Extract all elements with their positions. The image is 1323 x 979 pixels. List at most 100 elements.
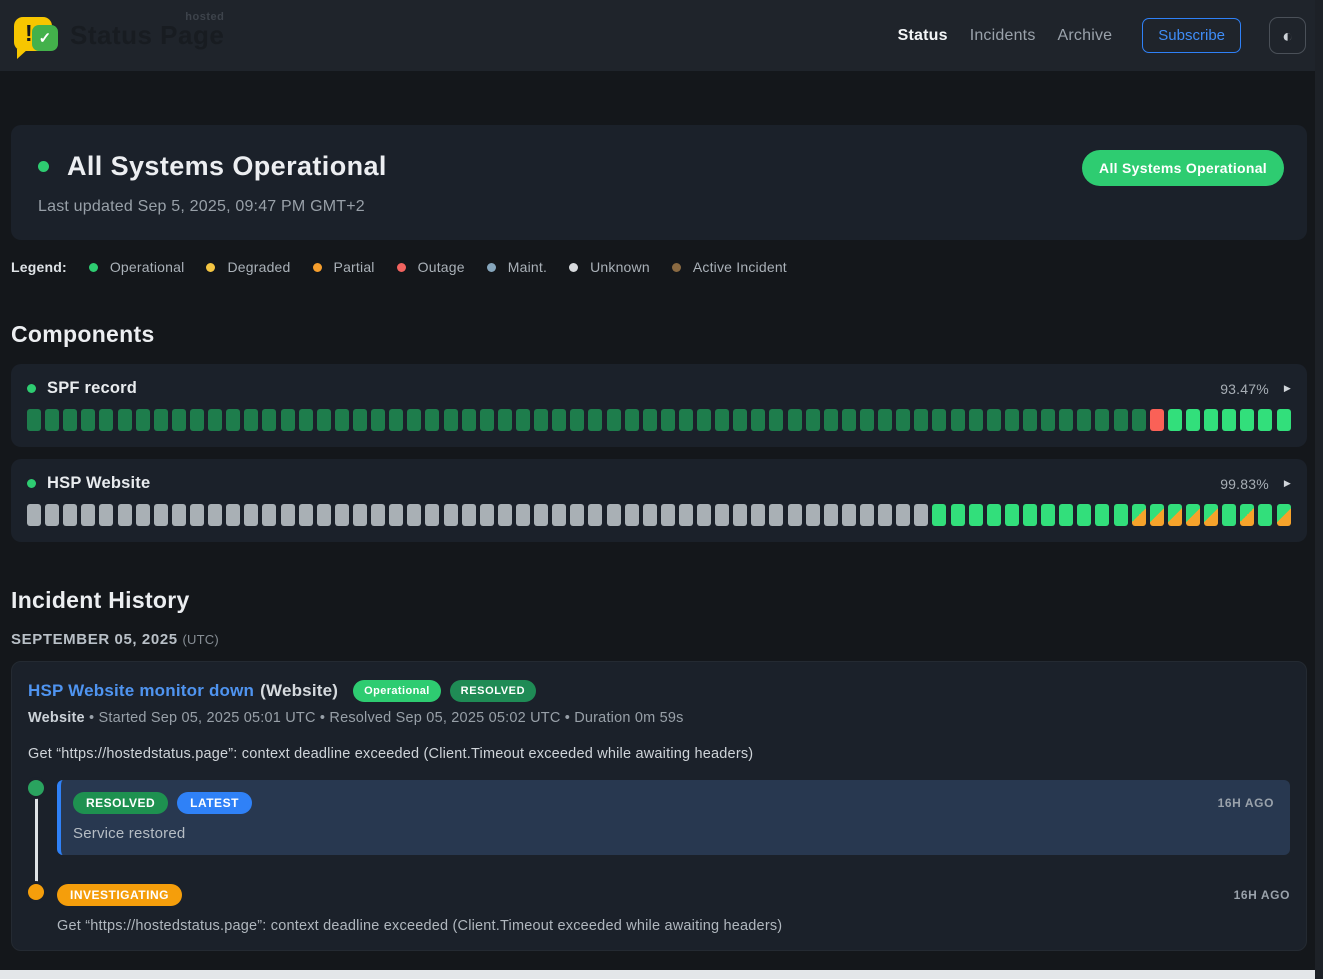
uptime-bar[interactable] (1077, 504, 1091, 526)
expand-arrow-icon[interactable]: ▶ (1284, 383, 1291, 394)
uptime-bar[interactable] (788, 504, 802, 526)
uptime-bar[interactable] (244, 504, 258, 526)
uptime-bar[interactable] (552, 409, 566, 431)
uptime-bar[interactable] (118, 409, 132, 431)
uptime-bar[interactable] (281, 409, 295, 431)
expand-arrow-icon[interactable]: ▶ (1284, 478, 1291, 489)
uptime-bar[interactable] (842, 409, 856, 431)
uptime-bar[interactable] (425, 409, 439, 431)
uptime-bar[interactable] (45, 409, 59, 431)
uptime-bar[interactable] (462, 504, 476, 526)
uptime-bar[interactable] (516, 409, 530, 431)
uptime-bar[interactable] (733, 409, 747, 431)
uptime-bar[interactable] (552, 504, 566, 526)
uptime-bar[interactable] (99, 409, 113, 431)
nav-item-incidents[interactable]: Incidents (970, 27, 1036, 45)
uptime-bar[interactable] (299, 504, 313, 526)
uptime-bar[interactable] (1150, 504, 1164, 526)
uptime-bar[interactable] (914, 504, 928, 526)
uptime-bar[interactable] (806, 409, 820, 431)
uptime-bar[interactable] (81, 409, 95, 431)
uptime-bar[interactable] (425, 504, 439, 526)
uptime-bar[interactable] (860, 504, 874, 526)
uptime-bar[interactable] (534, 409, 548, 431)
uptime-bar[interactable] (896, 504, 910, 526)
uptime-bar[interactable] (534, 504, 548, 526)
uptime-bar[interactable] (27, 409, 41, 431)
theme-toggle-button[interactable]: ◐ (1269, 17, 1306, 54)
uptime-bar[interactable] (679, 409, 693, 431)
uptime-bar[interactable] (353, 409, 367, 431)
component-header[interactable]: SPF record 93.47% ▶ (27, 379, 1291, 398)
uptime-bar[interactable] (1132, 504, 1146, 526)
uptime-bar[interactable] (190, 504, 204, 526)
uptime-bar[interactable] (444, 504, 458, 526)
uptime-bar[interactable] (154, 504, 168, 526)
uptime-bar[interactable] (299, 409, 313, 431)
uptime-bar[interactable] (1222, 409, 1236, 431)
uptime-bar[interactable] (878, 504, 892, 526)
uptime-bar[interactable] (1059, 504, 1073, 526)
uptime-bar[interactable] (896, 409, 910, 431)
uptime-bar[interactable] (317, 409, 331, 431)
brand-logo[interactable]: ! ✓ hosted Status Page (12, 13, 224, 59)
uptime-bar[interactable] (154, 409, 168, 431)
uptime-bar[interactable] (1005, 504, 1019, 526)
uptime-bar[interactable] (1095, 409, 1109, 431)
uptime-bar[interactable] (1222, 504, 1236, 526)
uptime-bar[interactable] (1168, 409, 1182, 431)
uptime-bar[interactable] (516, 504, 530, 526)
uptime-bar[interactable] (788, 409, 802, 431)
uptime-bar[interactable] (45, 504, 59, 526)
uptime-bar[interactable] (625, 504, 639, 526)
uptime-bar[interactable] (733, 504, 747, 526)
scrollbar[interactable] (1315, 0, 1323, 979)
uptime-bar[interactable] (1204, 409, 1218, 431)
uptime-bar[interactable] (317, 504, 331, 526)
uptime-bar[interactable] (1186, 504, 1200, 526)
uptime-bar[interactable] (769, 504, 783, 526)
uptime-bar[interactable] (462, 409, 476, 431)
uptime-bar[interactable] (607, 409, 621, 431)
uptime-bar[interactable] (281, 504, 295, 526)
uptime-bar[interactable] (172, 504, 186, 526)
uptime-bar[interactable] (661, 504, 675, 526)
uptime-bar[interactable] (1204, 504, 1218, 526)
uptime-bar[interactable] (588, 504, 602, 526)
uptime-bar[interactable] (407, 504, 421, 526)
uptime-bar[interactable] (81, 504, 95, 526)
uptime-bar[interactable] (951, 409, 965, 431)
uptime-bar[interactable] (136, 409, 150, 431)
uptime-bar[interactable] (389, 409, 403, 431)
uptime-bar[interactable] (498, 409, 512, 431)
uptime-bar[interactable] (136, 504, 150, 526)
uptime-bar[interactable] (643, 409, 657, 431)
uptime-bar[interactable] (824, 504, 838, 526)
uptime-bar[interactable] (371, 409, 385, 431)
uptime-bar[interactable] (335, 409, 349, 431)
uptime-bar[interactable] (244, 409, 258, 431)
uptime-bar[interactable] (1277, 409, 1291, 431)
uptime-bar[interactable] (932, 409, 946, 431)
component-header[interactable]: HSP Website 99.83% ▶ (27, 474, 1291, 493)
uptime-bar[interactable] (643, 504, 657, 526)
uptime-bar[interactable] (1258, 409, 1272, 431)
uptime-bar[interactable] (661, 409, 675, 431)
uptime-bar[interactable] (118, 504, 132, 526)
uptime-bar[interactable] (208, 409, 222, 431)
uptime-bar[interactable] (444, 409, 458, 431)
uptime-bar[interactable] (1114, 409, 1128, 431)
nav-item-status[interactable]: Status (898, 27, 948, 45)
uptime-bar[interactable] (1240, 409, 1254, 431)
uptime-bar[interactable] (1240, 504, 1254, 526)
uptime-bar[interactable] (969, 504, 983, 526)
uptime-bar[interactable] (1168, 504, 1182, 526)
uptime-bar[interactable] (335, 504, 349, 526)
uptime-bar[interactable] (389, 504, 403, 526)
uptime-bar[interactable] (824, 409, 838, 431)
uptime-bar[interactable] (172, 409, 186, 431)
uptime-bar[interactable] (480, 409, 494, 431)
uptime-bar[interactable] (1023, 409, 1037, 431)
uptime-bar[interactable] (262, 409, 276, 431)
uptime-bar[interactable] (226, 504, 240, 526)
